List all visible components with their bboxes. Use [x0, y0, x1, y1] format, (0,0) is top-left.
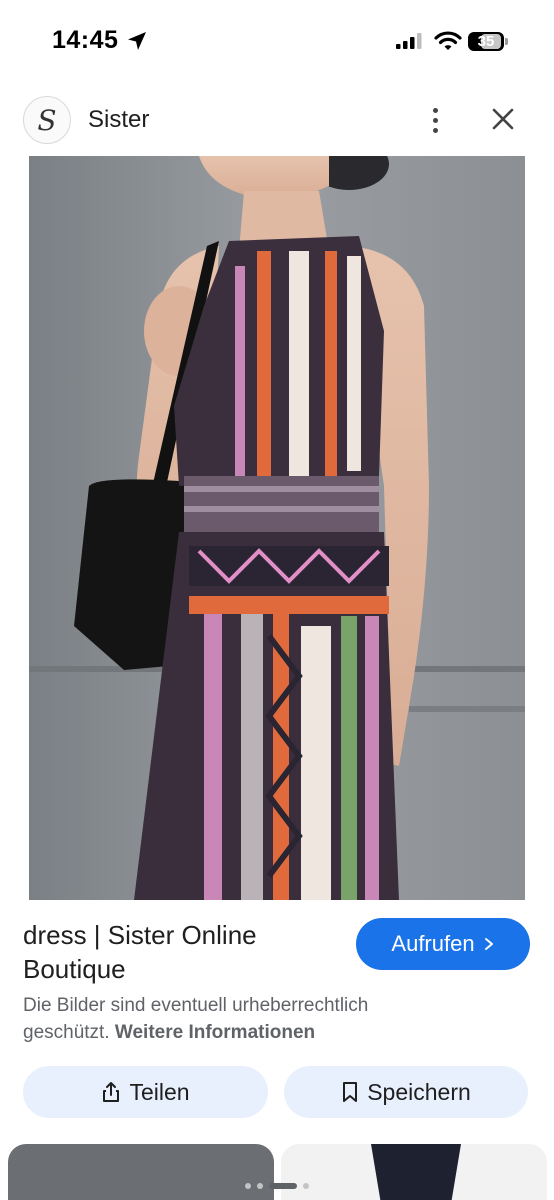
chevron-right-icon [484, 938, 493, 950]
wifi-icon [434, 31, 462, 50]
result-title[interactable]: dress | Sister Online Boutique [23, 918, 343, 986]
status-time: 14:45 [52, 26, 119, 54]
site-name[interactable]: Sister [88, 106, 149, 134]
page-dot-active [269, 1183, 297, 1189]
page-dot [257, 1183, 263, 1189]
viewer-header: S Sister [0, 84, 554, 156]
page-dot [303, 1183, 309, 1189]
location-arrow-icon [128, 32, 146, 50]
more-options-button[interactable] [420, 102, 450, 138]
more-info-link[interactable]: Weitere Informationen [115, 1022, 315, 1043]
share-button[interactable]: Teilen [23, 1066, 268, 1118]
more-vertical-icon [432, 107, 438, 113]
copyright-note: Die Bilder sind eventuell urheberrechtli… [23, 992, 443, 1046]
site-logo[interactable]: S [23, 96, 71, 144]
close-icon[interactable] [486, 102, 520, 136]
dress-photo-illustration [29, 156, 525, 900]
product-photo[interactable] [29, 156, 525, 900]
battery-level: 35 [477, 33, 495, 50]
visit-button-label: Aufrufen [391, 931, 475, 956]
status-bar: 14:45 35 [0, 0, 554, 84]
cellular-signal-icon [396, 33, 422, 49]
page-indicator [0, 1178, 554, 1194]
share-button-label: Teilen [129, 1078, 190, 1105]
share-icon [103, 1082, 120, 1102]
save-button-label: Speichern [367, 1078, 471, 1105]
image-viewer [0, 156, 554, 900]
page-dot [245, 1183, 251, 1189]
battery-icon: 35 [468, 30, 508, 52]
visit-button[interactable]: Aufrufen [356, 918, 530, 970]
bookmark-icon [343, 1082, 358, 1102]
save-button[interactable]: Speichern [284, 1066, 528, 1118]
